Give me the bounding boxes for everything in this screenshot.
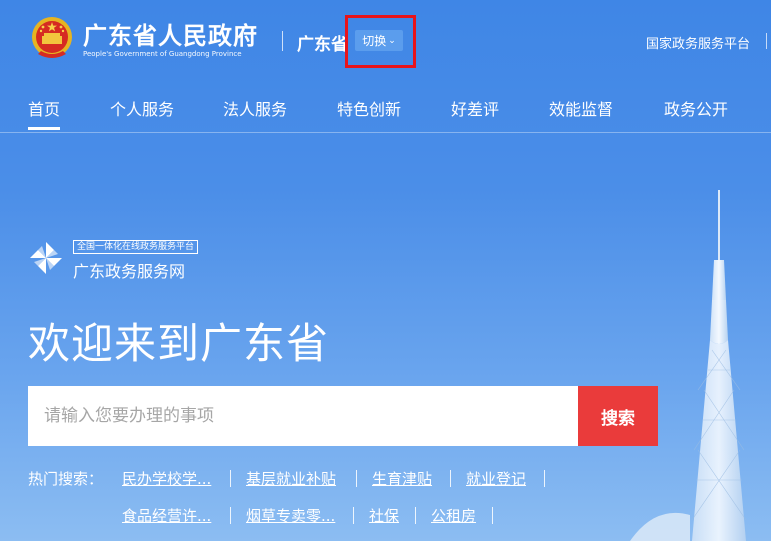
- search-button[interactable]: 搜索: [578, 386, 658, 446]
- hot-search-link[interactable]: 基层就业补贴: [246, 468, 336, 489]
- platform-name: 广东政务服务网: [73, 262, 186, 281]
- government-title: 广东省人民政府: [83, 22, 258, 50]
- nav-item-evaluation[interactable]: 好差评: [451, 96, 499, 120]
- separator: [544, 470, 545, 487]
- header-divider: [282, 31, 283, 51]
- nav-item-corporate-services[interactable]: 法人服务: [223, 96, 287, 120]
- chevron-down-icon: ⌄: [388, 35, 396, 46]
- hot-search-link[interactable]: 社保: [369, 505, 399, 526]
- nav-item-efficiency-supervision[interactable]: 效能监督: [549, 96, 613, 120]
- national-platform-link[interactable]: 国家政务服务平台: [646, 33, 750, 52]
- canton-tower-image: [691, 190, 747, 541]
- nav-item-featured-innovation[interactable]: 特色创新: [337, 96, 401, 120]
- national-emblem-icon: [32, 17, 72, 58]
- separator: [450, 470, 451, 487]
- hot-search-link[interactable]: 就业登记: [466, 468, 526, 489]
- switch-region-button[interactable]: 切换 ⌄: [355, 30, 403, 51]
- nav-item-home[interactable]: 首页: [28, 96, 61, 130]
- main-nav: 首页 个人服务 法人服务 特色创新 好差评 效能监督 政务公开: [0, 80, 771, 133]
- nav-item-government-affairs[interactable]: 政务公开: [664, 96, 728, 120]
- hot-search-link[interactable]: 生育津贴: [372, 468, 432, 489]
- separator: [492, 507, 493, 524]
- nav-item-personal-services[interactable]: 个人服务: [110, 96, 174, 120]
- site-header: 广东省人民政府 People's Government of Guangdong…: [0, 0, 771, 80]
- hot-search-link[interactable]: 公租房: [431, 505, 476, 526]
- switch-label: 切换: [362, 34, 387, 48]
- separator: [230, 507, 231, 524]
- separator: [415, 507, 416, 524]
- building-image: [630, 512, 690, 541]
- hot-search-label: 热门搜索：: [28, 470, 104, 488]
- pinwheel-logo-icon: [30, 242, 62, 274]
- separator: [230, 470, 231, 487]
- platform-badge: 全国一体化在线政务服务平台: [73, 240, 199, 254]
- header-divider-right: [766, 33, 767, 49]
- search-input[interactable]: [28, 386, 578, 446]
- separator: [353, 507, 354, 524]
- hot-search-link[interactable]: 食品经营许...: [122, 505, 211, 526]
- hot-search-link[interactable]: 烟草专卖零...: [246, 505, 335, 526]
- welcome-heading: 欢迎来到广东省: [28, 319, 330, 368]
- separator: [356, 470, 357, 487]
- government-subtitle: People's Government of Guangdong Provinc…: [83, 50, 242, 58]
- current-region: 广东省: [297, 35, 348, 55]
- hot-search-link[interactable]: 民办学校学...: [122, 468, 211, 489]
